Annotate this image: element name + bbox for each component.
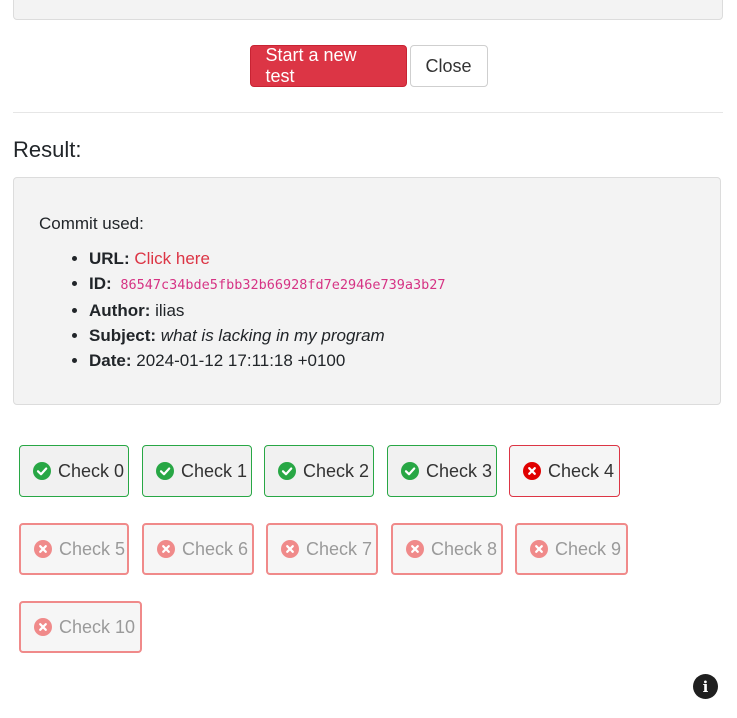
check-label: Check 10 — [59, 616, 136, 637]
action-buttons: Start a new test Close — [0, 45, 737, 87]
commit-details-list: URL: Click here ID: 86547c34bde5fbb32b66… — [64, 246, 446, 373]
commit-id-value: 86547c34bde5fbb32b66928fd7e2946e739a3b27 — [120, 277, 446, 293]
x-circle-icon — [523, 462, 541, 480]
check-circle-icon — [278, 462, 296, 480]
check-circle-icon — [33, 462, 51, 480]
id-key: ID: — [89, 274, 112, 293]
check-label: Check 9 — [555, 538, 622, 559]
check-badge-10[interactable]: Check 10 — [19, 601, 142, 653]
subject-key: Subject: — [89, 326, 157, 345]
commit-url-item: URL: Click here — [89, 246, 446, 271]
commit-id-item: ID: 86547c34bde5fbb32b66928fd7e2946e739a… — [89, 271, 446, 298]
check-badge-3[interactable]: Check 3 — [387, 445, 497, 497]
check-badge-8[interactable]: Check 8 — [391, 523, 503, 575]
result-title: Result: — [13, 137, 82, 162]
check-label: Check 3 — [426, 460, 493, 481]
commit-label: Commit used: — [39, 214, 144, 233]
close-button[interactable]: Close — [409, 45, 488, 87]
check-badge-1[interactable]: Check 1 — [142, 445, 252, 497]
result-panel: Commit used: URL: Click here ID: 86547c3… — [13, 177, 721, 405]
info-circle-icon[interactable]: i — [693, 674, 718, 699]
commit-author-value: ilias — [155, 301, 185, 320]
x-circle-icon — [281, 540, 299, 558]
check-label: Check 4 — [548, 460, 615, 481]
check-label: Check 0 — [58, 460, 125, 481]
check-badge-6[interactable]: Check 6 — [142, 523, 254, 575]
check-label: Check 6 — [182, 538, 249, 559]
divider — [13, 112, 723, 113]
check-label: Check 1 — [181, 460, 248, 481]
commit-subject-value: what is lacking in my program — [160, 326, 385, 345]
check-badge-9[interactable]: Check 9 — [515, 523, 628, 575]
check-badge-2[interactable]: Check 2 — [264, 445, 374, 497]
commit-url-link[interactable]: Click here — [134, 249, 210, 268]
x-circle-icon — [406, 540, 424, 558]
commit-date-value: 2024-01-12 17:11:18 +0100 — [136, 351, 346, 370]
commit-date-item: Date: 2024-01-12 17:11:18 +0100 — [89, 348, 446, 373]
start-new-test-button[interactable]: Start a new test — [249, 45, 407, 87]
check-label: Check 2 — [303, 460, 370, 481]
check-circle-icon — [401, 462, 419, 480]
check-label: Check 7 — [306, 538, 373, 559]
commit-subject-item: Subject: what is lacking in my program — [89, 323, 446, 348]
check-badge-5[interactable]: Check 5 — [19, 523, 129, 575]
date-key: Date: — [89, 351, 132, 370]
check-badge-4[interactable]: Check 4 — [509, 445, 620, 497]
commit-author-item: Author: ilias — [89, 298, 446, 323]
x-circle-icon — [34, 618, 52, 636]
x-circle-icon — [34, 540, 52, 558]
x-circle-icon — [157, 540, 175, 558]
check-badge-7[interactable]: Check 7 — [266, 523, 378, 575]
check-circle-icon — [156, 462, 174, 480]
previous-panel — [13, 0, 723, 20]
check-badge-0[interactable]: Check 0 — [19, 445, 129, 497]
check-label: Check 8 — [431, 538, 498, 559]
url-key: URL: — [89, 249, 130, 268]
author-key: Author: — [89, 301, 151, 320]
x-circle-icon — [530, 540, 548, 558]
check-label: Check 5 — [59, 538, 126, 559]
